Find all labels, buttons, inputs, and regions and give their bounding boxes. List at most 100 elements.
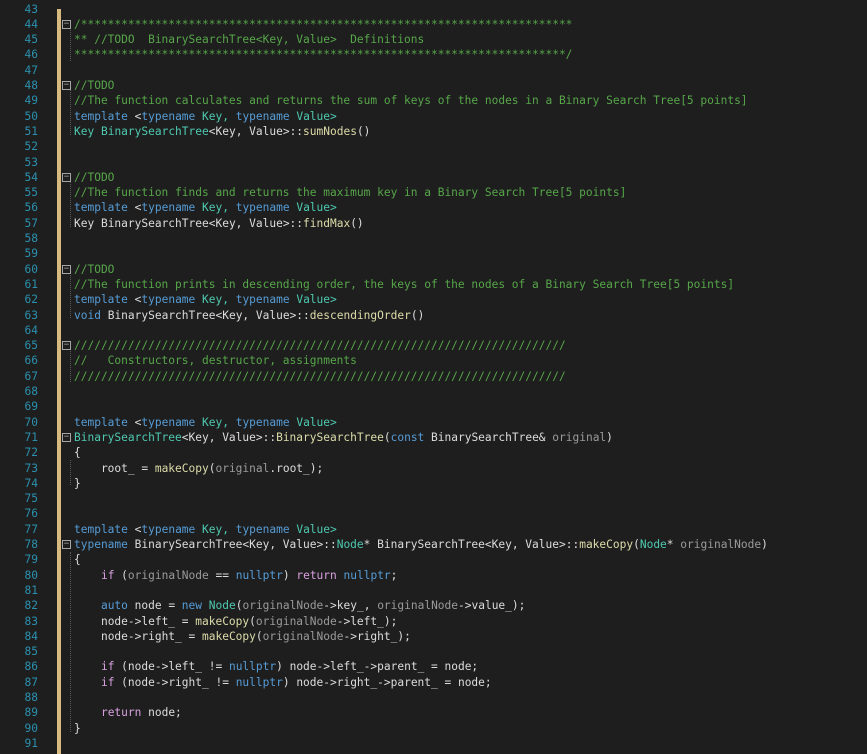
comment-text: ////////////////////////////////////////…	[74, 369, 566, 383]
line-number: 76	[24, 507, 38, 521]
code-line-gutter[interactable]: 75	[0, 491, 40, 506]
code-line[interactable]: root_ = makeCopy(original.root_);	[0, 461, 867, 476]
parameter: originalNode	[377, 599, 459, 613]
code-line-gutter[interactable]: 52	[0, 139, 40, 154]
code-line[interactable]: template <typename Key, typename Value>	[0, 200, 867, 215]
collapse-icon[interactable]: −	[62, 341, 71, 351]
keyword: return	[296, 568, 337, 582]
keyword: if	[100, 675, 115, 689]
code-line[interactable]: Key BinarySearchTree<Key, Value>::sumNod…	[0, 124, 867, 139]
code-line-gutter[interactable]: 81	[0, 583, 40, 598]
code-token: }	[74, 476, 81, 490]
code-editor[interactable]: 43 44 45 46 47 48 49 50 51 52 53 54 55 56 57 58 59 60 61 62…	[0, 0, 867, 754]
code-line-gutter[interactable]: 47	[0, 63, 40, 78]
code-line[interactable]: ****************************************…	[0, 47, 867, 62]
line-number: 88	[24, 691, 38, 704]
code-line[interactable]: template <typename Key, typename Value>	[0, 109, 867, 124]
code-line[interactable]: node->right_ = makeCopy(originalNode->ri…	[0, 629, 867, 644]
code-line[interactable]: {	[0, 552, 867, 567]
code-line[interactable]: //The function finds and returns the max…	[0, 185, 867, 200]
code-line[interactable]: }	[0, 721, 867, 736]
keyword: template	[74, 293, 128, 307]
type-name: BinarySearchTree	[100, 216, 209, 230]
collapse-icon[interactable]: −	[62, 19, 71, 29]
line-number: 64	[24, 323, 38, 337]
code-line[interactable]: if (node->right_ != nullptr) node->right…	[0, 675, 867, 690]
code-token: }	[74, 721, 81, 735]
code-line-gutter[interactable]: 68	[0, 384, 40, 399]
code-line[interactable]: }	[0, 476, 867, 491]
code-line-gutter[interactable]: 85	[0, 644, 40, 659]
collapse-icon[interactable]: −	[62, 264, 71, 274]
code-token: ->value_);	[458, 599, 526, 613]
code-token: ) node->left_->parent_ = node;	[276, 660, 479, 674]
code-line-gutter[interactable]: 76	[0, 506, 40, 521]
code-token: BinarySearchTree&	[424, 430, 553, 444]
code-line[interactable]: // Constructors, destructor, assignments	[0, 353, 867, 368]
line-number: 91	[24, 736, 38, 750]
collapse-icon[interactable]: −	[62, 432, 71, 442]
code-token: (node->right_ !=	[114, 675, 236, 689]
code-line[interactable]: ////////////////////////////////////////…	[0, 369, 867, 384]
keyword: typename	[141, 522, 196, 536]
code-line[interactable]: template <typename Key, typename Value>	[0, 522, 867, 537]
code-line[interactable]: −//TODO	[0, 170, 867, 185]
code-line-gutter[interactable]: 64	[0, 323, 40, 338]
code-line[interactable]: void BinarySearchTree<Key, Value>::desce…	[0, 308, 867, 323]
code-line[interactable]: ** //TODO BinarySearchTree<Key, Value> D…	[0, 32, 867, 47]
code-line[interactable]: −/**************************************…	[0, 17, 867, 32]
code-line[interactable]: //The function calculates and returns th…	[0, 93, 867, 108]
code-token: ()	[410, 308, 425, 322]
line-number: 53	[24, 155, 38, 169]
code-line[interactable]: return node;	[0, 705, 867, 720]
type-name: BinarySearchTree	[74, 430, 182, 444]
code-line[interactable]: −///////////////////////////////////////…	[0, 338, 867, 353]
comment-text: //TODO	[74, 79, 115, 92]
line-number: 43	[24, 2, 38, 16]
collapse-icon[interactable]: −	[62, 540, 71, 549]
code-line[interactable]: −//TODO	[0, 78, 867, 93]
line-number: 52	[24, 140, 38, 154]
comment-text: ****************************************…	[74, 48, 573, 62]
code-line-gutter[interactable]: 53	[0, 155, 40, 170]
code-line[interactable]: −//TODO	[0, 262, 867, 277]
keyword: if	[100, 568, 115, 582]
code-token: <Key, Value>::	[181, 430, 277, 444]
code-line-gutter[interactable]: 88	[0, 690, 40, 705]
keyword: typename	[141, 293, 196, 307]
parameter: originalNode	[262, 629, 344, 643]
code-line[interactable]: //The function prints in descending orde…	[0, 277, 867, 292]
code-line-gutter[interactable]: 91	[0, 736, 40, 751]
code-line[interactable]: template <typename Key, typename Value>	[0, 292, 867, 307]
parameter: original	[552, 430, 607, 444]
code-line[interactable]: template <typename Key, typename Value>	[0, 415, 867, 430]
keyword: const	[390, 430, 425, 444]
code-token: )	[282, 568, 297, 582]
code-line[interactable]: node->left_ = makeCopy(originalNode->lef…	[0, 614, 867, 629]
code-line-gutter[interactable]: 43	[0, 2, 40, 17]
keyword: typename	[235, 415, 290, 429]
collapse-icon[interactable]: −	[62, 81, 71, 90]
code-line[interactable]: {	[0, 445, 867, 460]
code-token: (	[114, 568, 128, 582]
type-name: Value>	[289, 109, 337, 123]
function-name: findMax	[303, 216, 351, 230]
keyword: typename	[141, 415, 196, 429]
code-token: ()	[350, 216, 364, 230]
code-line[interactable]: auto node = new Node(originalNode->key_,…	[0, 598, 867, 613]
code-line[interactable]: if (originalNode == nullptr) return null…	[0, 568, 867, 583]
code-line[interactable]: if (node->left_ != nullptr) node->left_-…	[0, 659, 867, 674]
collapse-icon[interactable]: −	[62, 172, 71, 182]
code-line[interactable]: Key BinarySearchTree<Key, Value>::findMa…	[0, 216, 867, 231]
code-line-gutter[interactable]: 69	[0, 399, 40, 414]
code-line[interactable]: − typename BinarySearchTree<Key, Value>::…	[0, 537, 867, 552]
code-line[interactable]: − BinarySearchTree<Key, Value>::BinarySea…	[0, 430, 867, 445]
code-line-gutter[interactable]: 59	[0, 246, 40, 261]
code-line-gutter[interactable]: 58	[0, 231, 40, 246]
code-token: root_ =	[74, 461, 155, 475]
keyword: typename	[141, 109, 196, 123]
parameter: originalNode	[680, 538, 762, 551]
code-token: node =	[127, 599, 182, 613]
code-token: BinarySearchTree<Key, Value>::	[127, 538, 337, 551]
